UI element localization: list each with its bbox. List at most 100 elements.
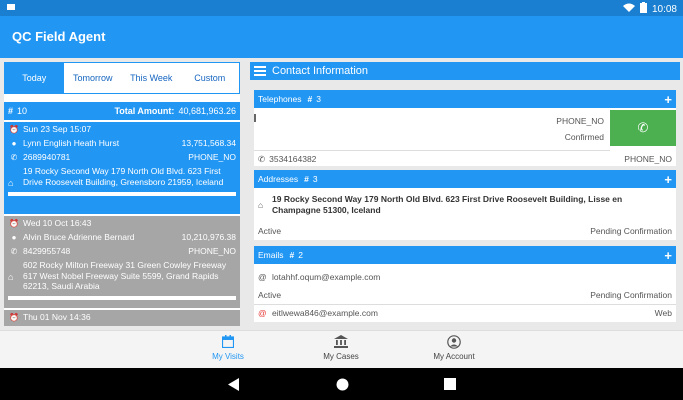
hash-icon: # <box>307 94 313 104</box>
contact-pane: Contact Information Telephones # 3 + PHO… <box>250 62 680 326</box>
nav-my-visits[interactable]: My Visits <box>188 335 268 361</box>
addresses-title: Addresses <box>258 174 299 184</box>
nav-label: My Visits <box>212 352 244 361</box>
visit-amount: 13,751,568.34 <box>181 138 236 148</box>
system-navigation-bar <box>0 368 683 400</box>
visit-phone: 8429955748 <box>23 246 71 256</box>
home-icon: ⌂ <box>8 178 14 188</box>
visit-date: Thu 01 Nov 14:36 <box>23 312 91 322</box>
phone-icon: ✆ <box>10 152 18 162</box>
home-icon: ⌂ <box>8 272 14 282</box>
visit-date: Sun 23 Sep 15:07 <box>23 124 92 134</box>
account-icon <box>414 335 494 349</box>
battery-icon <box>639 2 647 16</box>
address-state: Active <box>258 226 282 236</box>
add-email-button[interactable]: + <box>664 248 672 263</box>
telephones-count: 3 <box>316 94 321 104</box>
visit-name: Lynn English Heath Hurst <box>23 138 120 148</box>
addresses-count: 3 <box>312 174 318 184</box>
hash-icon: # <box>304 174 309 184</box>
clock-time: 10:08 <box>651 3 677 15</box>
visit-count: 10 <box>17 106 28 116</box>
back-icon[interactable] <box>226 376 242 392</box>
nav-label: My Cases <box>323 352 359 361</box>
contact-title: Contact Information <box>272 65 368 77</box>
hash-icon: # <box>289 250 295 260</box>
nav-label: My Account <box>433 352 475 361</box>
phone-indicator <box>254 114 256 122</box>
address-text: 19 Rocky Second Way 179 North Old Blvd. … <box>272 194 623 215</box>
home-button-icon[interactable] <box>334 376 350 392</box>
total-amount-label: Total Amount: <box>114 106 175 116</box>
app-bar: QC Field Agent <box>0 16 683 58</box>
visit-address: 19 Rocky Second Way 179 North Old Blvd. … <box>23 166 224 187</box>
visit-phone-type: PHONE_NO <box>188 152 236 162</box>
visits-pane: Today Tomorrow This Week Custom # 10 Tot… <box>4 62 240 326</box>
email-status: Web <box>654 308 672 318</box>
telephone-number: 3534164382 <box>269 154 317 164</box>
bank-icon <box>301 335 381 349</box>
nav-my-account[interactable]: My Account <box>414 335 494 361</box>
email-status: Pending Confirmation <box>590 290 672 300</box>
visit-divider <box>8 192 236 196</box>
person-icon: ● <box>11 138 17 148</box>
wifi-icon <box>622 3 635 16</box>
recents-icon[interactable] <box>442 376 458 392</box>
visit-name: Alvin Bruce Adrienne Bernard <box>23 232 135 242</box>
alarm-icon: ⏰ <box>9 312 19 322</box>
visit-divider <box>8 295 236 300</box>
tab-tomorrow[interactable]: Tomorrow <box>64 63 123 93</box>
emails-title: Emails <box>258 250 284 260</box>
visits-summary-bar: # 10 Total Amount: 40,681,963.26 <box>4 102 240 120</box>
at-icon: @ <box>258 272 267 282</box>
address-item[interactable]: ⌂ 19 Rocky Second Way 179 North Old Blvd… <box>254 188 676 240</box>
email-address: eitlwewa846@example.com <box>272 308 378 318</box>
add-telephone-button[interactable]: + <box>664 92 672 107</box>
telephone-item[interactable]: ✆ 3534164382 <box>258 154 316 165</box>
alarm-icon: ⏰ <box>9 218 19 228</box>
visit-card[interactable]: ⏰ Sun 23 Sep 15:07 ● Lynn English Heath … <box>4 122 240 214</box>
emails-count: 2 <box>298 250 303 260</box>
at-icon: @ <box>258 308 267 318</box>
email-address: lotahhf.oqum@example.com <box>272 272 381 282</box>
telephones-title: Telephones <box>258 94 302 104</box>
hash-icon: # <box>8 106 14 116</box>
visit-amount: 10,210,976.38 <box>181 232 236 242</box>
person-icon: ● <box>11 232 17 242</box>
visit-phone-type: PHONE_NO <box>188 246 236 256</box>
email-item[interactable]: @ lotahhf.oqum@example.com Active Pendin… <box>254 264 676 302</box>
telephone-type: PHONE_NO <box>556 116 604 126</box>
tab-custom[interactable]: Custom <box>181 63 240 93</box>
tab-this-week[interactable]: This Week <box>122 63 181 93</box>
app-title: QC Field Agent <box>12 29 106 44</box>
address-status: Pending Confirmation <box>590 226 672 236</box>
home-icon: ⌂ <box>258 200 264 210</box>
date-filter-tabs: Today Tomorrow This Week Custom <box>4 62 240 94</box>
email-state: Active <box>258 290 282 300</box>
nav-my-cases[interactable]: My Cases <box>301 335 381 361</box>
tab-today[interactable]: Today <box>5 63 64 93</box>
total-amount-value: 40,681,963.26 <box>178 106 236 116</box>
telephones-section: Telephones # 3 + PHONE_NO Confirmed ✆ ✆ … <box>254 90 676 166</box>
telephone-status: Confirmed <box>564 132 604 142</box>
call-button[interactable]: ✆ <box>610 110 676 146</box>
visit-card[interactable]: ⏰ Wed 10 Oct 16:43 ● Alvin Bruce Adrienn… <box>4 216 240 308</box>
alarm-icon: ⏰ <box>9 124 19 134</box>
status-bar: 10:08 <box>0 0 683 16</box>
bottom-navigation: My Visits My Cases My Account <box>0 330 683 368</box>
phone-icon: ✆ <box>258 154 266 164</box>
visit-phone: 2689940781 <box>23 152 71 162</box>
phone-icon: ✆ <box>10 246 18 256</box>
visit-address: 602 Rocky Milton Freeway 31 Green Cowley… <box>23 260 227 291</box>
contact-header: Contact Information <box>250 62 680 80</box>
menu-icon[interactable] <box>254 66 266 76</box>
telephone-item[interactable]: PHONE_NO Confirmed ✆ ✆ 3534164382 PHONE_… <box>254 108 676 166</box>
addresses-section: Addresses # 3 + ⌂ 19 Rocky Second Way 17… <box>254 170 676 240</box>
emails-section: Emails # 2 + @ lotahhf.oqum@example.com … <box>254 246 676 322</box>
visit-date: Wed 10 Oct 16:43 <box>23 218 92 228</box>
notification-icon <box>6 2 16 15</box>
add-address-button[interactable]: + <box>664 172 672 187</box>
email-item[interactable]: @ eitlwewa846@example.com Web <box>254 308 676 322</box>
visit-card[interactable]: ⏰ Thu 01 Nov 14:36 <box>4 310 240 326</box>
telephone-type: PHONE_NO <box>624 154 672 164</box>
